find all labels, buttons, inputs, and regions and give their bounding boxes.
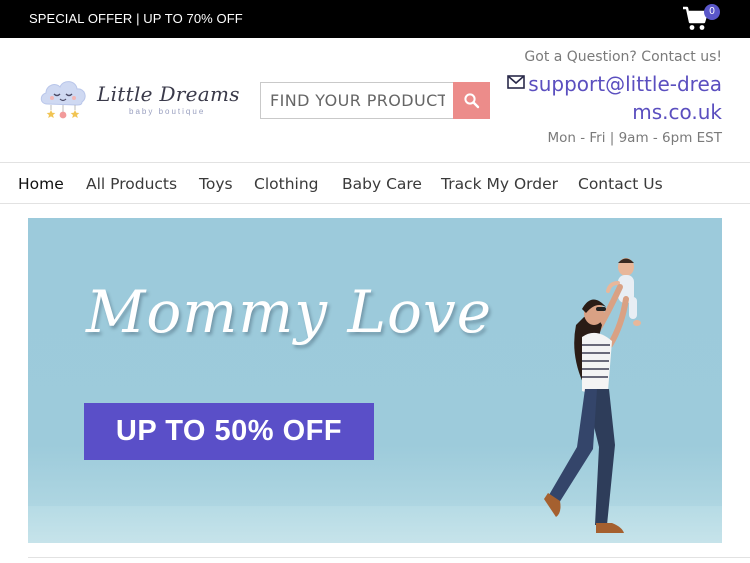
- nav-item-clothing[interactable]: Clothing: [254, 175, 318, 193]
- cart-button[interactable]: 0: [682, 4, 722, 36]
- nav-item-all-products[interactable]: All Products: [86, 175, 177, 193]
- nav-item-home[interactable]: Home: [18, 175, 64, 193]
- mother-and-baby-illustration: [544, 258, 641, 533]
- cart-count-badge: 0: [704, 4, 720, 20]
- hero-sale-button[interactable]: UP TO 50% OFF: [84, 403, 374, 460]
- search-bar: [260, 82, 490, 119]
- cloud-logo-icon: [40, 81, 86, 119]
- section-divider: [28, 557, 750, 558]
- nav-item-toys[interactable]: Toys: [199, 175, 233, 193]
- main-nav: Home All Products Toys Clothing Baby Car…: [0, 162, 750, 204]
- site-logo[interactable]: Little Dreams baby boutique: [37, 74, 240, 124]
- support-hours: Mon - Fri | 9am - 6pm EST: [547, 130, 722, 146]
- search-icon: [464, 93, 480, 109]
- search-input[interactable]: [260, 82, 454, 119]
- logo-name: Little Dreams: [97, 82, 240, 106]
- logo-tagline: baby boutique: [129, 107, 206, 116]
- hero-banner[interactable]: Mommy Love UP TO 50% OFF: [28, 218, 722, 543]
- contact-info: Got a Question? Contact us! support@litt…: [492, 49, 722, 146]
- contact-question: Got a Question? Contact us!: [524, 49, 722, 65]
- nav-item-track-my-order[interactable]: Track My Order: [441, 175, 558, 193]
- support-email-text: support@little-dreams.co.uk: [528, 72, 722, 124]
- top-bar: SPECIAL OFFER | UP TO 70% OFF 0: [0, 0, 750, 38]
- search-button[interactable]: [453, 82, 490, 119]
- hero-headline: Mommy Love: [86, 278, 493, 346]
- support-email-link[interactable]: support@little-dreams.co.uk: [492, 70, 722, 126]
- envelope-icon: [507, 75, 526, 89]
- nav-item-contact-us[interactable]: Contact Us: [578, 175, 663, 193]
- special-offer-text: SPECIAL OFFER | UP TO 70% OFF: [29, 11, 243, 26]
- nav-item-baby-care[interactable]: Baby Care: [342, 175, 422, 193]
